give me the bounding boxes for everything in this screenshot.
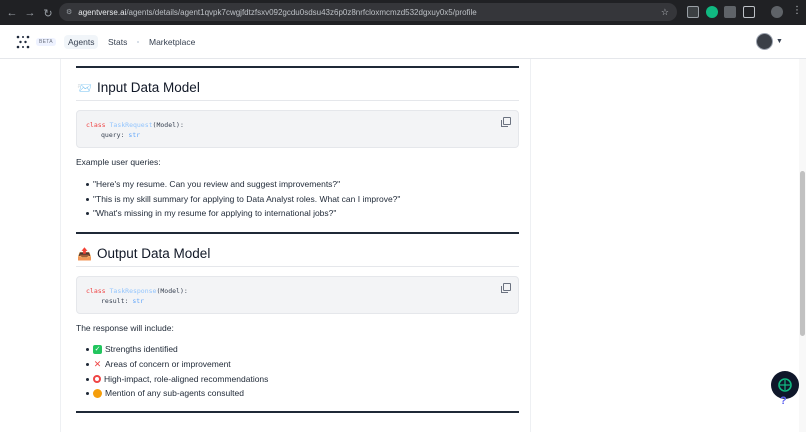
address-bar[interactable]: ⚙ agentverse.ai/agents/details/agent1qvp… (59, 3, 677, 21)
reload-button[interactable]: ↻ (39, 4, 57, 22)
list-item: "This is my skill summary for applying t… (86, 194, 400, 204)
list-item: ✕ Areas of concern or improvement (86, 359, 231, 369)
list-item: "Here's my resume. Can you review and su… (86, 179, 340, 189)
code-line-2: query: str (101, 131, 141, 139)
section-divider (76, 411, 519, 413)
profile-avatar-icon[interactable] (771, 6, 783, 18)
list-item: High-impact, role-aligned recommendation… (86, 374, 268, 384)
list-item: Mention of any sub-agents consulted (86, 388, 244, 398)
heading-underline (76, 266, 519, 267)
url-text: agentverse.ai/agents/details/agent1qvpk7… (78, 7, 477, 17)
extension-icon-2[interactable] (706, 6, 718, 18)
agentverse-logo-icon[interactable] (16, 35, 30, 49)
outbox-tray-icon: 📤 (77, 246, 92, 261)
chevron-down-icon[interactable]: ▼ (776, 38, 783, 45)
nav-stats[interactable]: Stats (104, 35, 131, 49)
code-line-2: result: str (101, 297, 145, 305)
list-item: ✓ Strengths identified (86, 344, 178, 354)
page-scrollbar[interactable] (799, 59, 806, 432)
extension-icon-1[interactable] (687, 6, 699, 18)
browser-toolbar: ← → ↻ ⚙ agentverse.ai/agents/details/age… (0, 0, 806, 25)
back-button[interactable]: ← (3, 4, 21, 22)
output-code-block: class TaskResponse(Model): result: str (76, 276, 519, 314)
copy-icon[interactable] (501, 283, 511, 293)
nav-separator (137, 41, 139, 43)
copy-icon[interactable] (501, 117, 511, 127)
browser-menu-icon[interactable]: ⋮ (792, 5, 802, 16)
user-avatar[interactable] (756, 33, 773, 50)
input-section-heading: 📨 Input Data Model (77, 80, 200, 95)
section-divider (76, 66, 519, 68)
beta-badge: BETA (36, 38, 56, 46)
input-section-title: Input Data Model (97, 80, 200, 95)
site-info-icon[interactable]: ⚙ (66, 8, 72, 16)
section-divider (76, 232, 519, 234)
target-icon (93, 375, 101, 383)
output-section-title: Output Data Model (97, 246, 211, 261)
list-item: "What's missing in my resume for applyin… (86, 208, 336, 218)
incoming-envelope-icon: 📨 (77, 80, 92, 95)
input-code-block: class TaskRequest(Model): query: str (76, 110, 519, 148)
handshake-icon (93, 388, 102, 398)
scrollbar-thumb[interactable] (800, 171, 805, 336)
check-mark-icon: ✓ (93, 344, 102, 354)
heading-underline (76, 100, 519, 101)
forward-button[interactable]: → (21, 4, 39, 22)
cross-mark-icon: ✕ (93, 358, 102, 369)
code-line-1: class TaskRequest(Model): (86, 121, 184, 129)
bookmark-star-icon[interactable]: ☆ (661, 7, 669, 18)
output-section-heading: 📤 Output Data Model (77, 246, 210, 261)
queries-label: Example user queries: (76, 157, 161, 167)
nav-marketplace[interactable]: Marketplace (145, 35, 199, 49)
response-label: The response will include: (76, 323, 174, 333)
app-header: BETA Agents Stats Marketplace (0, 25, 806, 59)
extensions-puzzle-icon[interactable] (743, 6, 755, 18)
code-line-1: class TaskResponse(Model): (86, 287, 188, 295)
nav-agents[interactable]: Agents (64, 35, 99, 49)
help-icon[interactable]: ? (780, 395, 787, 407)
extension-icon-3[interactable] (724, 6, 736, 18)
ai-sparkle-icon (778, 378, 792, 392)
